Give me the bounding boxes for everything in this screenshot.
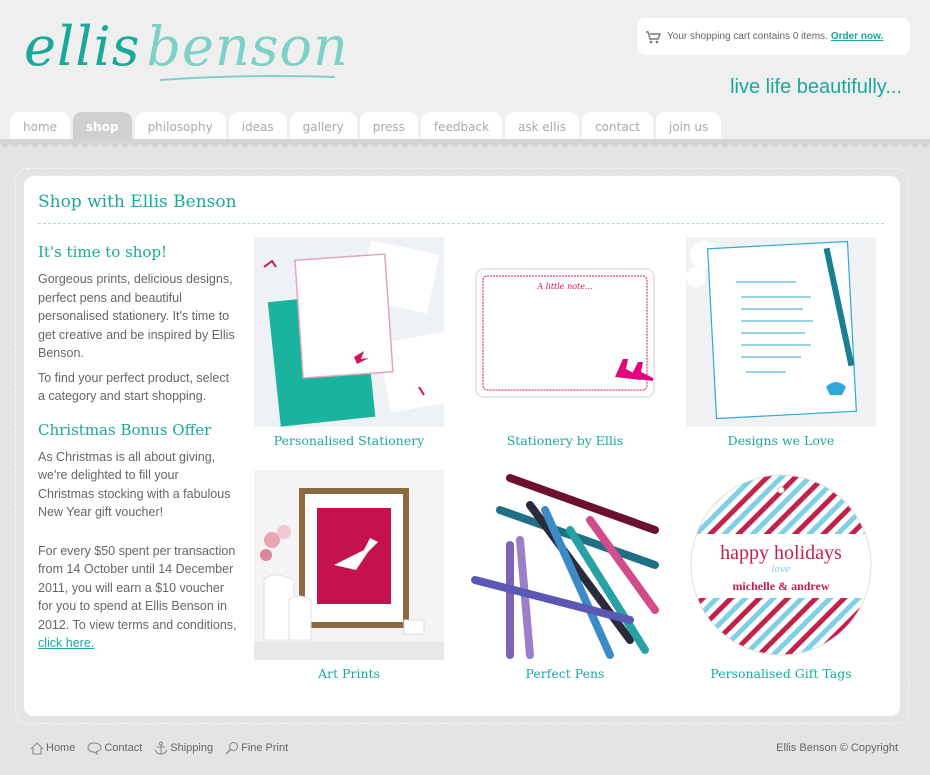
perfect-pens-art	[470, 470, 660, 660]
category-personalised-stationery[interactable]: Personalised Stationery	[254, 237, 444, 448]
footer-contact-link[interactable]: Contact	[87, 741, 142, 755]
offer-terms: For every $50 spent per transaction from…	[38, 543, 237, 651]
magnifier-icon	[225, 742, 239, 755]
category-label[interactable]: Perfect Pens	[470, 666, 660, 681]
footer: Home Contact Shipping Fine Print Ellis B…	[30, 738, 898, 758]
cart-box: Your shopping cart contains 0 items. Ord…	[637, 18, 910, 55]
art-prints-image[interactable]	[254, 470, 444, 660]
footer-shipping-link[interactable]: Shipping	[154, 741, 213, 755]
copyright: Ellis Benson © Copyright	[776, 742, 898, 754]
logo[interactable]: ellis benson	[24, 20, 349, 74]
nav-tab-ask-ellis[interactable]: ask ellis	[505, 112, 580, 142]
category-label[interactable]: Stationery by Ellis	[470, 433, 660, 448]
category-personalised-gift-tags[interactable]: happy holidays love michelle & andrew Pe…	[686, 470, 876, 681]
category-designs-we-love[interactable]: Designs we Love	[686, 237, 876, 448]
footer-home-link[interactable]: Home	[30, 741, 75, 755]
stationery-by-ellis-image[interactable]: A little note...	[470, 237, 660, 427]
designs-we-love-image[interactable]	[686, 237, 876, 427]
category-label[interactable]: Art Prints	[254, 666, 444, 681]
perfect-pens-image[interactable]	[470, 470, 660, 660]
speech-bubble-icon	[87, 741, 102, 755]
order-now-link[interactable]: Order now.	[831, 31, 883, 42]
header: ellis benson Your shopping cart contains …	[0, 0, 930, 142]
intro-heading: It's time to shop!	[38, 243, 168, 261]
content-panel: Shop with Ellis Benson It's time to shop…	[24, 176, 900, 716]
anchor-icon	[154, 741, 168, 755]
intro-text-2: To find your perfect product, select a c…	[38, 370, 230, 404]
tagline: live life beautifully...	[730, 76, 902, 98]
category-label[interactable]: Designs we Love	[686, 433, 876, 448]
nav-tab-feedback[interactable]: feedback	[420, 112, 503, 142]
personalised-stationery-image[interactable]	[254, 237, 444, 427]
intro-text: Gorgeous prints, delicious designs, perf…	[38, 272, 235, 360]
intro-column: It's time to shop! Gorgeous prints, deli…	[38, 242, 238, 659]
offer-heading: Christmas Bonus Offer	[38, 420, 212, 439]
category-label[interactable]: Personalised Stationery	[254, 433, 444, 448]
category-stationery-by-ellis[interactable]: A little note... Stationery by Ellis	[470, 237, 660, 448]
logo-swash	[160, 75, 335, 81]
title-divider	[38, 223, 884, 224]
tag-love: love	[772, 565, 791, 575]
nav-tab-philosophy[interactable]: philosophy	[134, 112, 226, 142]
terms-link[interactable]: click here.	[38, 636, 94, 650]
home-icon	[30, 741, 44, 754]
nav-tab-ideas[interactable]: ideas	[228, 112, 287, 142]
nav-tab-contact[interactable]: contact	[582, 112, 653, 142]
nav-tab-shop[interactable]: shop	[73, 112, 132, 142]
nav-tab-gallery[interactable]: gallery	[289, 112, 357, 142]
page-title: Shop with Ellis Benson	[38, 192, 237, 212]
cart-icon[interactable]	[645, 30, 661, 44]
scallop-border	[0, 139, 930, 147]
nav-tab-home[interactable]: home	[10, 112, 71, 142]
designs-we-love-art	[686, 237, 876, 427]
tag-names: michelle & andrew	[732, 579, 829, 593]
category-perfect-pens[interactable]: Perfect Pens	[470, 470, 660, 681]
personalised-stationery-art	[254, 237, 444, 427]
offer-text: As Christmas is all about giving, we're …	[38, 449, 231, 520]
tag-greeting: happy holidays	[720, 542, 842, 564]
personalised-gift-tags-image[interactable]: happy holidays love michelle & andrew	[686, 470, 876, 660]
main-nav: home shop philosophy ideas gallery press…	[10, 112, 722, 142]
cart-status: Your shopping cart contains 0 items.	[667, 31, 828, 42]
nav-tab-join-us[interactable]: join us	[655, 112, 722, 142]
art-prints-art	[254, 470, 444, 660]
category-art-prints[interactable]: Art Prints	[254, 470, 444, 681]
footer-fine-print-link[interactable]: Fine Print	[225, 741, 288, 755]
card-text: A little note...	[536, 282, 592, 291]
gift-tag-art: happy holidays love michelle & andrew	[686, 470, 876, 660]
category-label[interactable]: Personalised Gift Tags	[686, 666, 876, 681]
stationery-by-ellis-art: A little note...	[470, 237, 660, 427]
nav-tab-press[interactable]: press	[359, 112, 418, 142]
